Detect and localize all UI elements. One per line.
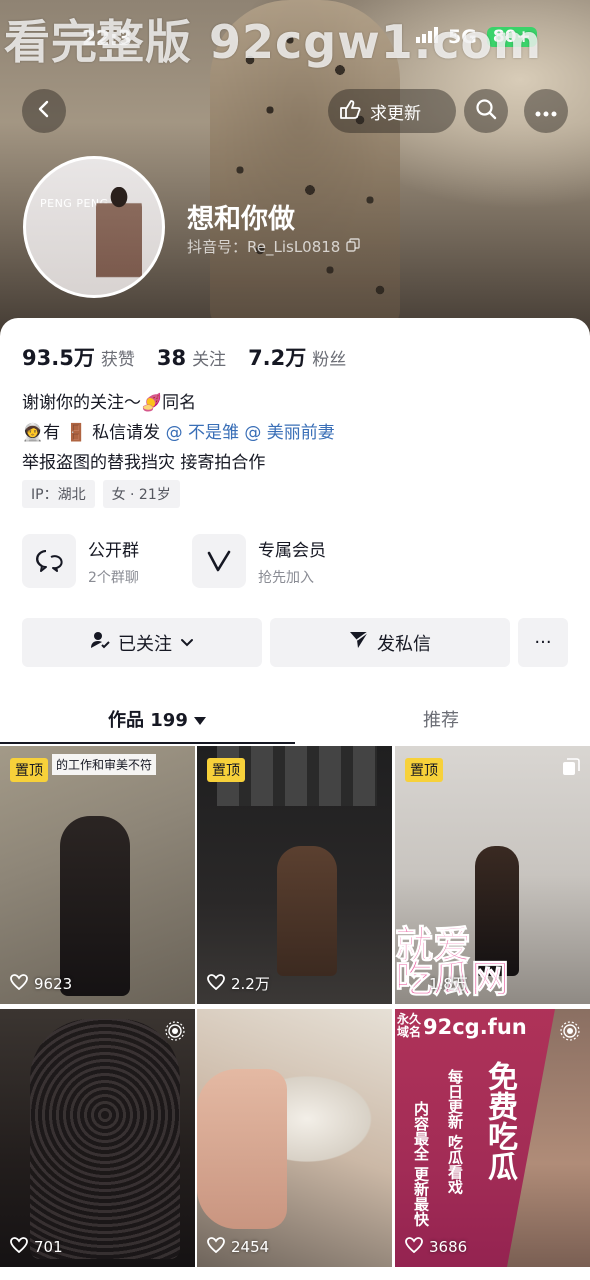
stat-followers[interactable]: 7.2万 粉丝 [248,342,346,372]
request-update-button[interactable]: 求更新 [328,89,456,133]
stat-followers-value: 7.2万 [248,346,307,370]
heart-icon [207,1237,225,1257]
post-thumbnail[interactable]: 置顶 就爱 吃瓜网 1.8万 [395,746,590,1004]
stat-likes-label: 获赞 [100,350,135,370]
ad-prefix: 永久域名 [397,1012,422,1039]
douyin-id-text: 抖音号：Re_LisL0818 [187,238,341,256]
heart-icon [10,974,28,994]
pinned-badge: 置顶 [10,758,48,782]
ad-domain: 92cg.fun [423,1015,527,1039]
v-badge-icon [192,534,246,588]
membership-title: 专属会员 [258,540,326,561]
live-photo-icon [165,1021,185,1045]
more-menu-button[interactable] [524,89,568,133]
mention-link-1[interactable]: @ 不是雏 [166,423,239,443]
membership-subtitle: 抢先加入 [258,569,314,586]
send-message-label: 发私信 [377,633,431,655]
post-figure [30,1019,180,1259]
post-caption: 的工作和审美不符 [52,754,157,775]
heart-icon [405,973,423,994]
post-figure [277,846,337,976]
watermark-text: 看完整版 92cgw1.com [4,15,543,69]
hand-icon [338,98,362,125]
more-actions-button[interactable]: ··· [518,618,568,667]
heart-icon [10,1237,28,1257]
profile-tags: IP：湖北 女 · 21岁 [22,480,180,508]
multi-image-icon [562,758,580,780]
stat-following-label: 关注 [192,350,227,370]
send-message-button[interactable]: 发私信 [270,618,510,667]
stat-following[interactable]: 38 关注 [157,345,226,370]
public-group-subtitle: 2个群聊 [88,569,139,586]
post-thumbnail[interactable]: 置顶 的工作和审美不符 9623 [0,746,195,1004]
post-likes-count: 1.8万 [429,975,468,993]
stat-followers-label: 粉丝 [312,350,347,370]
content-tabs: 作品 199 推荐 [0,700,590,746]
copy-icon[interactable] [346,237,361,256]
more-actions-label: ··· [534,632,552,653]
stats-row: 93.5万 获赞 38 关注 7.2万 粉丝 [22,342,346,372]
tab-recommend[interactable]: 推荐 [423,706,459,732]
post-arm [197,1069,287,1229]
user-check-icon [90,630,110,655]
username: 想和你做 [187,204,295,235]
avatar-figure [96,187,142,295]
avatar[interactable]: PENG PENG [23,156,165,298]
chevron-left-icon [34,99,54,123]
bio-line-2-text: 🧑‍🚀有 🚪 私信请发 [22,423,161,443]
post-likes: 9623 [10,974,72,994]
request-update-label: 求更新 [370,103,421,124]
bio-line-3: 举报盗图的替我挡灾 接寄拍合作 [22,453,266,473]
ad-subline-2: 内容最全 更新最快 [412,1101,430,1227]
caret-down-icon [193,709,206,730]
send-arrow-icon [349,631,369,654]
search-icon [475,98,497,124]
pinned-badge: 置顶 [207,758,245,782]
stat-likes[interactable]: 93.5万 获赞 [22,342,135,372]
post-likes-count: 3686 [429,1238,468,1256]
post-likes: 3686 [405,1237,467,1257]
bio-line-2: 🧑‍🚀有 🚪 私信请发 @ 不是雏 @ 美丽前妻 [22,418,335,443]
post-thumbnail[interactable]: 2454 [197,1009,392,1267]
post-thumbnail[interactable]: 永久域名 92cg.fun 免费吃瓜 每日更新 吃瓜看戏 内容最全 更新最快 3… [395,1009,590,1267]
public-group-entry[interactable]: 公开群 2个群聊 [22,534,139,588]
public-group-title: 公开群 [88,540,139,561]
post-likes: 2.2万 [207,973,270,994]
pinned-badge: 置顶 [405,758,443,782]
post-likes-count: 2454 [231,1238,270,1256]
post-likes: 701 [10,1237,63,1257]
ad-subline-1: 每日更新 吃瓜看戏 [446,1069,464,1195]
chat-bubbles-icon [22,534,76,588]
heart-icon [405,1237,423,1257]
post-likes-count: 2.2万 [231,975,270,993]
gender-age-tag: 女 · 21岁 [102,480,180,508]
ip-location-tag: IP：湖北 [22,480,95,508]
post-thumbnail[interactable]: 701 [0,1009,195,1267]
stat-likes-value: 93.5万 [22,346,95,370]
stat-following-value: 38 [156,346,187,370]
followed-label: 已关注 [118,633,172,655]
tab-works[interactable]: 作品 199 [108,706,206,732]
live-photo-icon [560,1021,580,1045]
search-button[interactable] [464,89,508,133]
membership-entry[interactable]: 专属会员 抢先加入 [192,534,326,588]
post-thumbnail[interactable]: 置顶 2.2万 [197,746,392,1004]
ad-headline: 免费吃瓜 [482,1061,517,1181]
more-dots-icon [535,102,557,121]
post-figure [60,816,130,996]
heart-icon [207,973,225,994]
chevron-down-icon [180,632,194,653]
tab-active-indicator [0,742,295,744]
tab-recommend-label: 推荐 [423,710,459,731]
tab-works-label: 作品 199 [108,710,188,731]
followed-button[interactable]: 已关注 [22,618,262,667]
post-likes-count: 701 [34,1238,63,1256]
post-likes: 2454 [207,1237,269,1257]
mention-link-2[interactable]: @ 美丽前妻 [244,423,334,443]
douyin-id[interactable]: 抖音号：Re_LisL0818 [187,236,361,257]
post-likes-count: 9623 [34,975,73,993]
back-button[interactable] [22,89,66,133]
bio-line-1: 谢谢你的关注～🍠同名 [22,393,197,413]
post-likes: 1.8万 [405,973,468,994]
